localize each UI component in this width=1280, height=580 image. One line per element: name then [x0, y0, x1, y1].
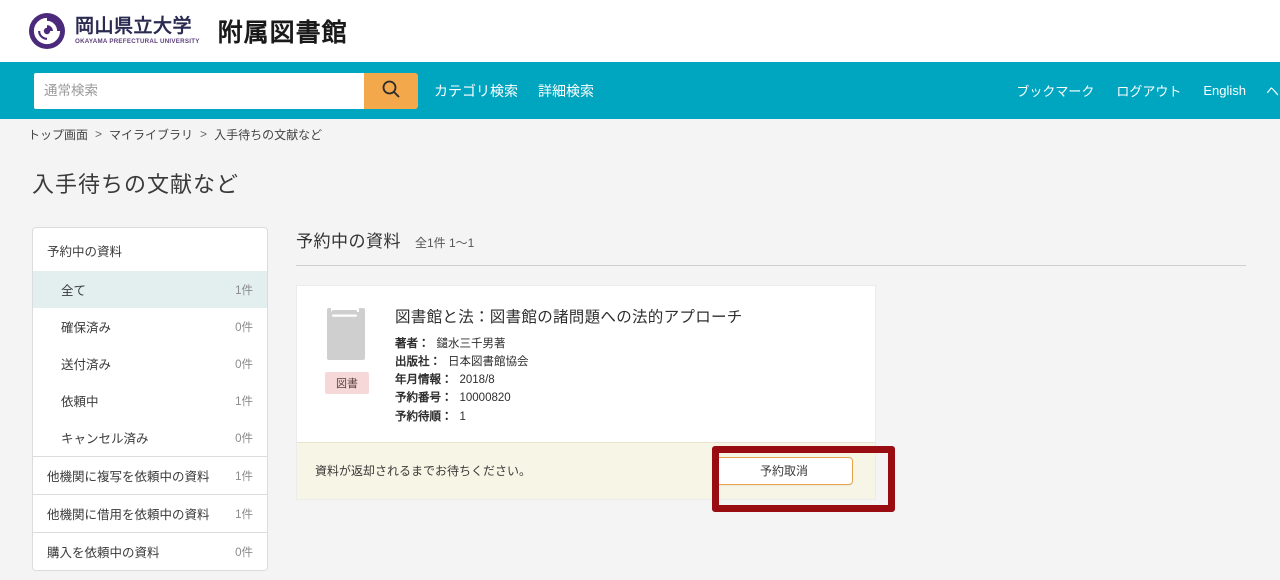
sidebar-item-label: 他機関に借用を依頼中の資料	[47, 508, 210, 522]
content-layout: 予約中の資料 全て 1件 確保済み 0件 送付済み 0件 依頼中 1件 キャンセ…	[0, 199, 1280, 571]
item-meta-queue-position: 予約待順： 1	[395, 408, 743, 426]
page-title: 入手待ちの文献など	[32, 172, 240, 197]
nav-link-category-search[interactable]: カテゴリ検索	[434, 81, 518, 101]
sidebar-item-label: 送付済み	[61, 358, 112, 372]
material-type-badge: 図書	[325, 372, 369, 394]
results-header: 予約中の資料 全1件 1〜1	[296, 227, 1280, 265]
sidebar-item-purchase-request[interactable]: 購入を依頼中の資料 0件	[33, 533, 267, 570]
sidebar-item-all[interactable]: 全て 1件	[33, 271, 267, 308]
item-meta-date: 年月情報： 2018/8	[395, 371, 743, 389]
navigation-bar: カテゴリ検索 詳細検索 ブックマーク ログアウト English ヘルプ	[0, 62, 1280, 119]
meta-label: 著者：	[395, 338, 430, 350]
sidebar-item-sent[interactable]: 送付済み 0件	[33, 345, 267, 382]
item-action-footer: 資料が返却されるまでお待ちください。 予約取消	[296, 441, 876, 500]
site-logo[interactable]: 岡山県立大学 OKAYAMA PREFECTURAL UNIVERSITY	[28, 12, 200, 50]
sidebar-item-label: 全て	[61, 284, 87, 298]
spiral-logo-icon	[28, 12, 66, 50]
item-meta-author: 著者： 鑓水三千男著	[395, 335, 743, 353]
nav-links: カテゴリ検索 詳細検索	[434, 81, 614, 101]
meta-label: 出版社：	[395, 356, 441, 369]
meta-value: 1	[459, 410, 466, 423]
sidebar-item-label: 依頼中	[61, 395, 99, 409]
meta-value: 鑓水三千男著	[436, 338, 506, 350]
breadcrumb-separator: >	[95, 127, 103, 141]
brand-header: 岡山県立大学 OKAYAMA PREFECTURAL UNIVERSITY 附属…	[0, 0, 1280, 62]
utility-link-help[interactable]: ヘルプ	[1266, 81, 1280, 100]
sidebar-item-count: 1件	[235, 508, 253, 521]
results-heading: 予約中の資料	[296, 232, 401, 251]
sidebar-item-count: 0件	[235, 546, 253, 559]
meta-label: 予約番号：	[395, 392, 453, 405]
breadcrumb-item-top[interactable]: トップ画面	[28, 126, 88, 143]
meta-value: 日本図書館協会	[448, 356, 529, 369]
search-box	[34, 72, 418, 109]
header-divider	[296, 265, 1246, 266]
utility-links: ブックマーク ログアウト English ヘルプ	[994, 62, 1280, 119]
breadcrumb-item-mylibrary[interactable]: マイライブラリ	[109, 126, 193, 143]
sidebar-item-label: 購入を依頼中の資料	[47, 546, 160, 560]
sidebar-item-count: 0件	[235, 432, 253, 445]
search-icon	[381, 79, 401, 102]
breadcrumb-separator: >	[200, 127, 208, 141]
sidebar: 予約中の資料 全て 1件 確保済み 0件 送付済み 0件 依頼中 1件 キャンセ…	[32, 227, 268, 571]
status-message: 資料が返却されるまでお待ちください。	[315, 464, 532, 479]
sidebar-item-copy-request[interactable]: 他機関に複写を依頼中の資料 1件	[33, 457, 267, 494]
sidebar-item-label: キャンセル済み	[61, 432, 149, 446]
sidebar-item-count: 0件	[235, 358, 253, 371]
sidebar-item-count: 0件	[235, 321, 253, 334]
book-icon	[324, 304, 370, 362]
sidebar-item-label: 他機関に複写を依頼中の資料	[47, 470, 210, 484]
meta-value: 2018/8	[459, 374, 495, 387]
meta-label: 予約待順：	[395, 410, 453, 423]
meta-label: 年月情報：	[395, 374, 453, 387]
item-thumbnail-column: 図書	[315, 304, 379, 426]
utility-link-bookmark[interactable]: ブックマーク	[1016, 81, 1094, 100]
table-row: 図書 図書館と法：図書館の諸問題への法的アプローチ 著者： 鑓水三千男著 出版社：…	[297, 286, 875, 442]
sidebar-item-secured[interactable]: 確保済み 0件	[33, 308, 267, 345]
sidebar-item-loan-request[interactable]: 他機関に借用を依頼中の資料 1件	[33, 495, 267, 532]
item-meta-reservation-number: 予約番号： 10000820	[395, 389, 743, 407]
results-count: 全1件 1〜1	[415, 236, 475, 250]
search-button[interactable]	[364, 72, 418, 109]
sidebar-item-count: 1件	[235, 284, 253, 297]
sidebar-item-cancelled[interactable]: キャンセル済み 0件	[33, 419, 267, 456]
breadcrumb: トップ画面 > マイライブラリ > 入手待ちの文献など	[0, 119, 1280, 149]
sidebar-item-requesting[interactable]: 依頼中 1件	[33, 382, 267, 419]
logo-name-en: OKAYAMA PREFECTURAL UNIVERSITY	[75, 37, 200, 45]
main-content: 予約中の資料 全1件 1〜1 図書 図書館と法：図書館の諸問題への法的アプローチ…	[296, 227, 1280, 500]
logo-name-jp: 岡山県立大学	[75, 15, 193, 37]
item-title[interactable]: 図書館と法：図書館の諸問題への法的アプローチ	[395, 305, 743, 327]
utility-link-english[interactable]: English	[1203, 83, 1246, 98]
search-input[interactable]	[34, 72, 364, 109]
nav-link-advanced-search[interactable]: 詳細検索	[538, 81, 594, 101]
sidebar-group-title: 予約中の資料	[47, 245, 123, 259]
reservation-item-card: 図書 図書館と法：図書館の諸問題への法的アプローチ 著者： 鑓水三千男著 出版社：…	[296, 285, 876, 442]
sidebar-item-count: 1件	[235, 395, 253, 408]
breadcrumb-item-current: 入手待ちの文献など	[214, 127, 323, 142]
item-info-column: 図書館と法：図書館の諸問題への法的アプローチ 著者： 鑓水三千男著 出版社： 日本図…	[395, 304, 743, 426]
sidebar-item-label: 確保済み	[61, 321, 112, 335]
utility-link-logout[interactable]: ログアウト	[1116, 81, 1181, 100]
library-name: 附属図書館	[217, 19, 348, 47]
cancel-reservation-button[interactable]: 予約取消	[715, 456, 853, 485]
sidebar-item-count: 1件	[235, 470, 253, 483]
meta-value: 10000820	[459, 392, 511, 405]
item-meta-publisher: 出版社： 日本図書館協会	[395, 353, 743, 371]
